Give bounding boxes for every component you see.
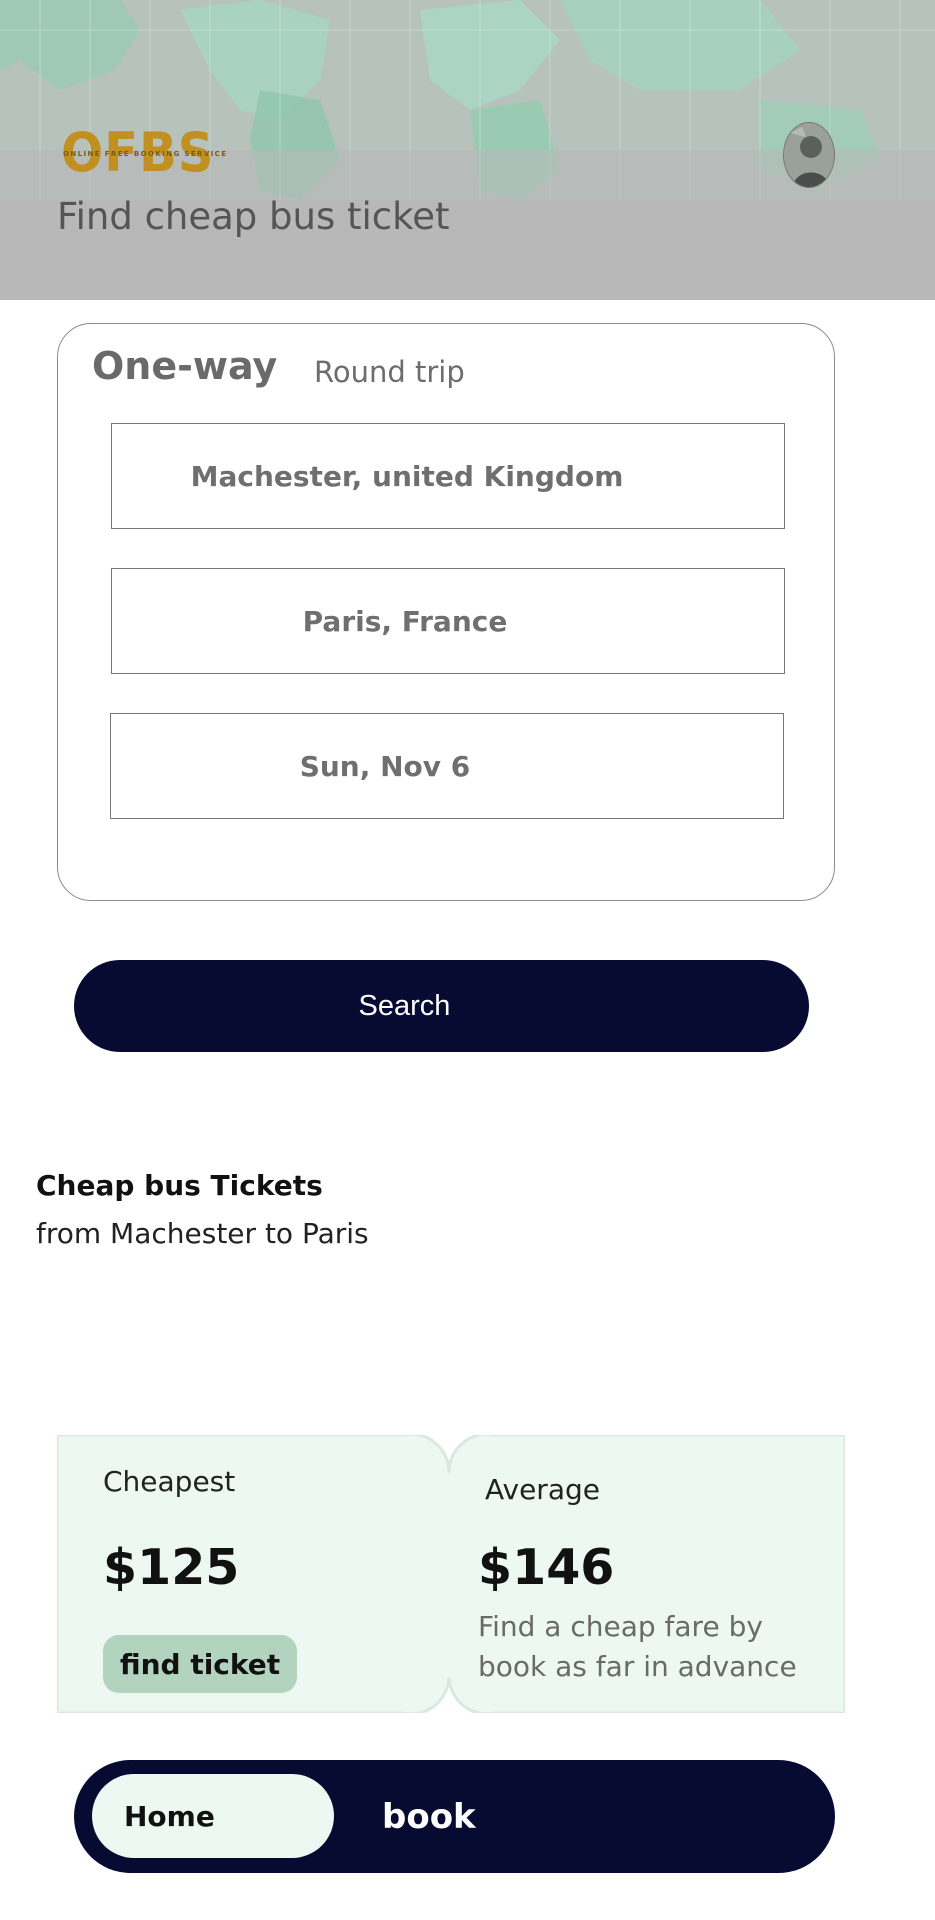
user-avatar[interactable] bbox=[783, 122, 835, 188]
to-field[interactable]: Paris, France bbox=[111, 568, 785, 674]
cheapest-price: $125 bbox=[103, 1539, 240, 1596]
trip-type-tabs: One-way Round trip bbox=[92, 336, 792, 396]
from-value: Machester, united Kingdom bbox=[190, 459, 624, 493]
tab-one-way[interactable]: One-way bbox=[92, 336, 277, 396]
average-note: Find a cheap fare by book as far in adva… bbox=[478, 1610, 797, 1683]
search-button-label: Search bbox=[358, 989, 451, 1022]
nav-book[interactable]: book bbox=[382, 1790, 476, 1844]
header-tagline: Find cheap bus ticket bbox=[57, 195, 450, 238]
results-title: Cheap bus Tickets bbox=[36, 1169, 323, 1202]
bottom-nav: Home book bbox=[74, 1760, 835, 1873]
header: OFBS ONLINE FREE BOOKING SERVICE Find ch… bbox=[0, 0, 935, 300]
cheapest-label: Cheapest bbox=[103, 1465, 236, 1498]
tab-round-trip[interactable]: Round trip bbox=[314, 344, 465, 400]
search-button[interactable]: Search bbox=[74, 960, 809, 1052]
date-field[interactable]: Sun, Nov 6 bbox=[110, 713, 784, 819]
logo-tagline: ONLINE FREE BOOKING SERVICE bbox=[63, 150, 228, 158]
results-subtitle: from Machester to Paris bbox=[36, 1217, 369, 1250]
page: OFBS ONLINE FREE BOOKING SERVICE Find ch… bbox=[0, 0, 935, 1920]
price-ticket: Cheapest $125 find ticket Average $146 F… bbox=[57, 1435, 845, 1713]
search-card: One-way Round trip Machester, united Kin… bbox=[57, 323, 835, 901]
date-value: Sun, Nov 6 bbox=[299, 749, 471, 783]
to-value: Paris, France bbox=[302, 604, 508, 638]
find-ticket-button[interactable]: find ticket bbox=[103, 1635, 297, 1693]
from-field[interactable]: Machester, united Kingdom bbox=[111, 423, 785, 529]
ofbs-logo[interactable]: OFBS ONLINE FREE BOOKING SERVICE bbox=[61, 122, 228, 184]
average-price: $146 bbox=[478, 1539, 615, 1596]
average-label: Average bbox=[485, 1473, 600, 1506]
nav-home[interactable]: Home bbox=[92, 1774, 334, 1858]
user-avatar-icon bbox=[784, 123, 834, 187]
